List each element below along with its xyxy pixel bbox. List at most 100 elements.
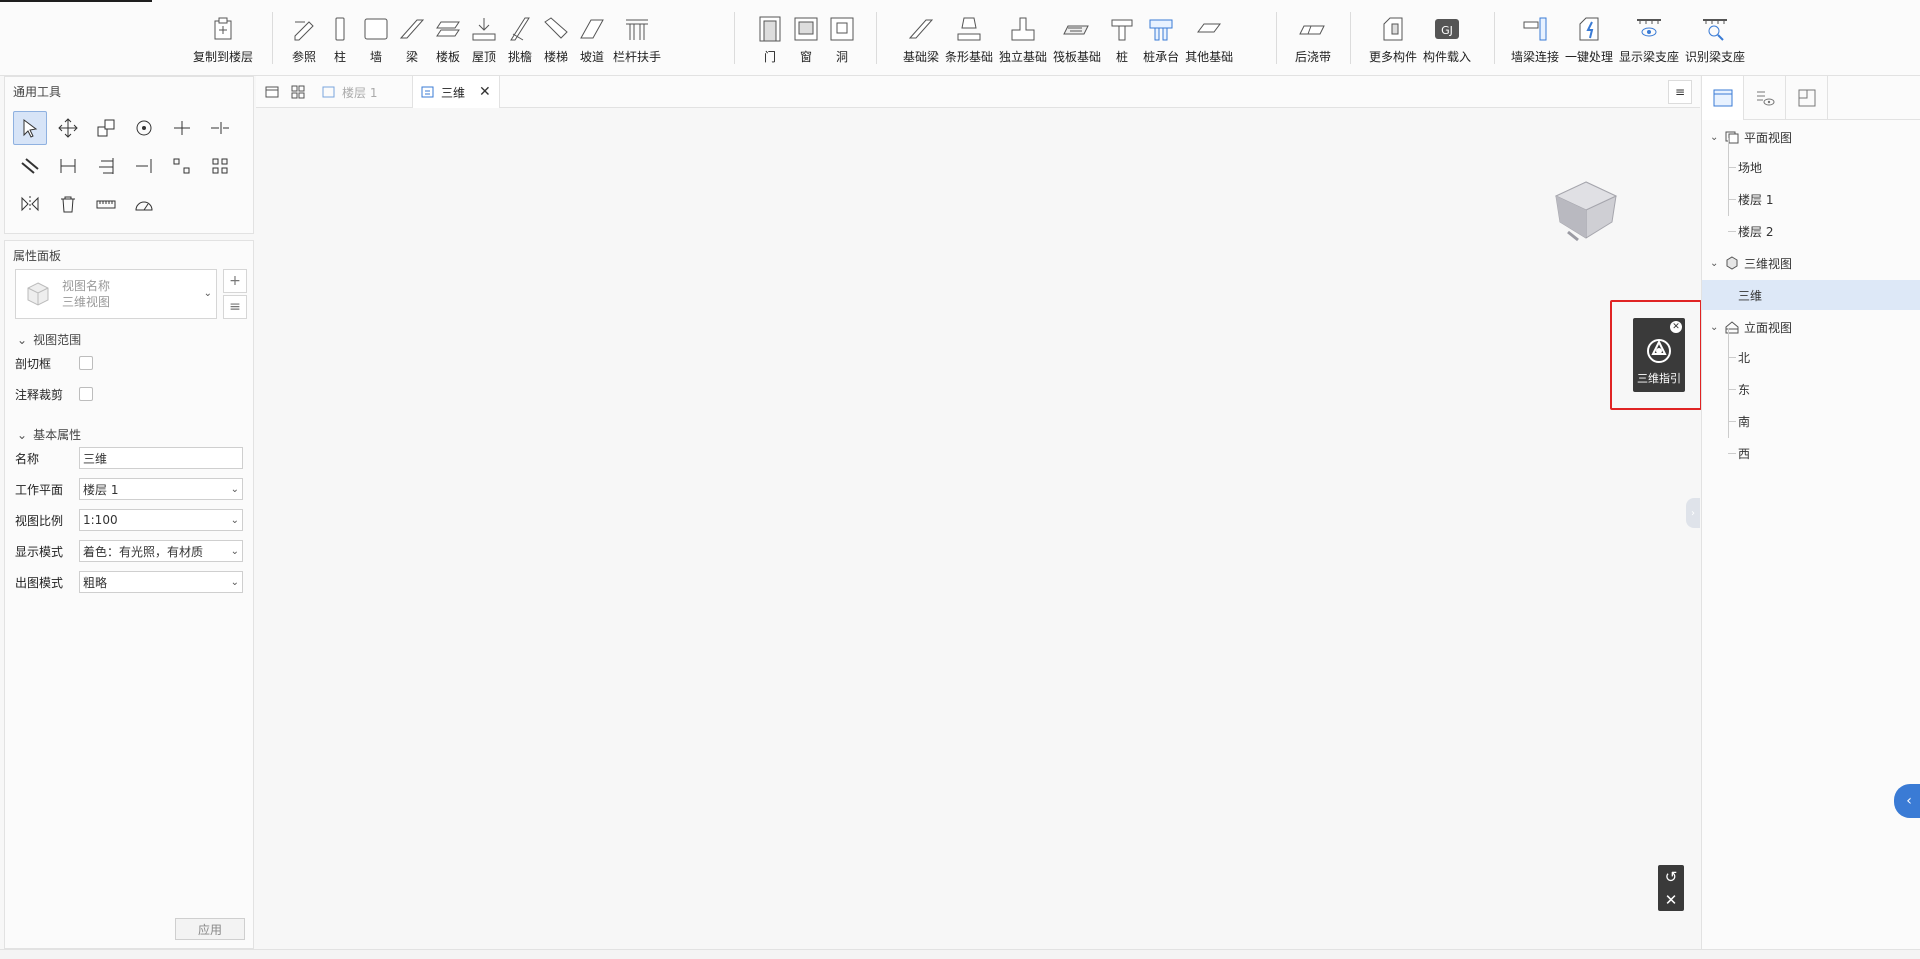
- wall-beam-connect-button[interactable]: 墙梁连接: [1508, 10, 1562, 70]
- view-type-selector[interactable]: 视图名称 三维视图 ⌄: [15, 269, 217, 319]
- chevron-down-icon: ⌄: [230, 576, 239, 588]
- tree-item-floor-2[interactable]: 楼层 2: [1702, 216, 1920, 246]
- close-icon[interactable]: ✕: [1670, 321, 1682, 333]
- close-icon[interactable]: ✕: [1665, 891, 1678, 909]
- section-box-checkbox[interactable]: [79, 356, 93, 370]
- strip-foundation-button[interactable]: 条形基础: [942, 10, 996, 70]
- reference-button[interactable]: 参照: [286, 10, 322, 70]
- tree-item-site[interactable]: 场地: [1702, 152, 1920, 182]
- work-plane-select[interactable]: 楼层 1 ⌄: [79, 478, 243, 500]
- display-mode-select[interactable]: 着色：有光照，有材质 ⌄: [79, 540, 243, 562]
- dimension-tool[interactable]: [51, 149, 85, 183]
- view-range-section[interactable]: ⌄ 视图范围: [17, 331, 81, 348]
- post-pour-strip-icon: [1299, 25, 1325, 35]
- delete-tool[interactable]: [51, 187, 85, 221]
- reset-view-icon[interactable]: ↺: [1665, 868, 1678, 886]
- select-tool[interactable]: [13, 111, 47, 145]
- tab-floor-1-label: 楼层 1: [342, 85, 378, 100]
- close-icon[interactable]: ✕: [479, 84, 491, 100]
- annotation-crop-checkbox[interactable]: [79, 387, 93, 401]
- offset-tool[interactable]: [13, 149, 47, 183]
- tile-views-button[interactable]: [288, 82, 308, 102]
- one-click-process-button[interactable]: 一键处理: [1562, 10, 1616, 70]
- rotate-tool[interactable]: [127, 111, 161, 145]
- apply-button[interactable]: 应用: [175, 918, 245, 940]
- basic-props-section[interactable]: ⌄ 基本属性: [17, 426, 81, 443]
- wall-button[interactable]: 墙: [358, 10, 394, 70]
- align-tool[interactable]: [89, 149, 123, 183]
- 3d-guide-widget[interactable]: ✕ 三维指引: [1633, 318, 1685, 392]
- collapse-handle[interactable]: ›: [1686, 498, 1700, 528]
- tab-layout[interactable]: [1786, 76, 1828, 120]
- more-components-button[interactable]: 更多构件: [1366, 10, 1420, 70]
- post-pour-strip-button[interactable]: 后浇带: [1292, 10, 1334, 70]
- roof-button[interactable]: 屋顶: [466, 10, 502, 70]
- opening-label: 洞: [835, 50, 848, 64]
- column-label: 柱: [333, 50, 346, 64]
- copy-to-floor-icon: [214, 17, 232, 40]
- tree-group-plan-label: 平面视图: [1744, 130, 1793, 145]
- annotation-crop-row: 注释裁剪: [15, 382, 249, 406]
- tree-item-south[interactable]: 南: [1702, 406, 1920, 436]
- array-tool[interactable]: [165, 149, 199, 183]
- tree-item-east[interactable]: 东: [1702, 374, 1920, 404]
- other-foundation-button[interactable]: 其他基础: [1182, 10, 1236, 70]
- column-button[interactable]: 柱: [322, 10, 358, 70]
- align-icon: [99, 158, 114, 174]
- copy-tool[interactable]: [89, 111, 123, 145]
- trim-tool[interactable]: [165, 111, 199, 145]
- tab-floor-1[interactable]: 楼层 1: [314, 76, 385, 108]
- move-tool[interactable]: [51, 111, 85, 145]
- door-button[interactable]: 门: [752, 10, 788, 70]
- eaves-button[interactable]: 挑檐: [502, 10, 538, 70]
- output-mode-select[interactable]: 粗略 ⌄: [79, 571, 243, 593]
- tree-group-3d[interactable]: ⌄ 三维视图: [1702, 248, 1920, 278]
- mirror-tool[interactable]: [13, 187, 47, 221]
- raft-foundation-label: 筏板基础: [1053, 50, 1102, 64]
- stairs-button[interactable]: 楼梯: [538, 10, 574, 70]
- project-browser-button[interactable]: [262, 82, 282, 102]
- tree-item-north[interactable]: 北: [1702, 342, 1920, 372]
- pile-cap-button[interactable]: 桩承台: [1140, 10, 1182, 70]
- tree-item-floor-1[interactable]: 楼层 1: [1702, 184, 1920, 214]
- tree-group-plan[interactable]: ⌄ 平面视图: [1702, 122, 1920, 152]
- measure-tool[interactable]: [89, 187, 123, 221]
- move-icon: [58, 118, 78, 138]
- add-view-button[interactable]: +: [223, 269, 247, 293]
- slab-button[interactable]: 楼板: [430, 10, 466, 70]
- select-icon: [23, 119, 38, 138]
- tab-3d[interactable]: 三维 ✕: [412, 76, 500, 108]
- scale-select[interactable]: 1:100 ⌄: [79, 509, 243, 531]
- side-expand-button[interactable]: ‹: [1894, 784, 1920, 818]
- load-component-button[interactable]: GJ 构件载入: [1420, 10, 1474, 70]
- tree-item-west[interactable]: 西: [1702, 438, 1920, 468]
- foundation-beam-button[interactable]: 基础梁: [900, 10, 942, 70]
- edit-type-button[interactable]: ≡: [223, 295, 247, 319]
- opening-button[interactable]: 洞: [824, 10, 860, 70]
- tree-group-elevation[interactable]: ⌄ 立面视图: [1702, 312, 1920, 342]
- window-button[interactable]: 窗: [788, 10, 824, 70]
- extend-tool[interactable]: [127, 149, 161, 183]
- split-tool[interactable]: [203, 111, 237, 145]
- tree-item-3d[interactable]: 三维: [1702, 280, 1920, 310]
- angle-tool[interactable]: [127, 187, 161, 221]
- view-cube-icon[interactable]: [1546, 176, 1626, 256]
- 3d-viewport[interactable]: ✕ 三维指引 ↺ ✕ ›: [256, 108, 1702, 949]
- group-tool[interactable]: [203, 149, 237, 183]
- show-beam-support-button[interactable]: 显示梁支座: [1616, 10, 1682, 70]
- properties-panel: 属性面板 视图名称 三维视图 ⌄ + ≡ ⌄ 视图范围 剖切框 注释裁剪 ⌄ 基本属…: [4, 240, 254, 949]
- isolated-foundation-button[interactable]: 独立基础: [996, 10, 1050, 70]
- name-field[interactable]: 三维: [79, 447, 243, 469]
- copy-to-floor-button[interactable]: 复制到楼层: [190, 10, 256, 70]
- pile-button[interactable]: 桩: [1104, 10, 1140, 70]
- tab-visibility[interactable]: [1744, 76, 1786, 120]
- tab-menu-button[interactable]: ≡: [1668, 80, 1692, 104]
- beam-button[interactable]: 梁: [394, 10, 430, 70]
- raft-foundation-button[interactable]: 筏板基础: [1050, 10, 1104, 70]
- display-mode-value: 着色：有光照，有材质: [83, 544, 204, 559]
- railing-button[interactable]: 栏杆扶手: [610, 10, 664, 70]
- ramp-button[interactable]: 坡道: [574, 10, 610, 70]
- tab-project-browser[interactable]: [1702, 76, 1744, 120]
- identify-beam-support-button[interactable]: 识别梁支座: [1682, 10, 1748, 70]
- isolated-foundation-label: 独立基础: [999, 50, 1048, 64]
